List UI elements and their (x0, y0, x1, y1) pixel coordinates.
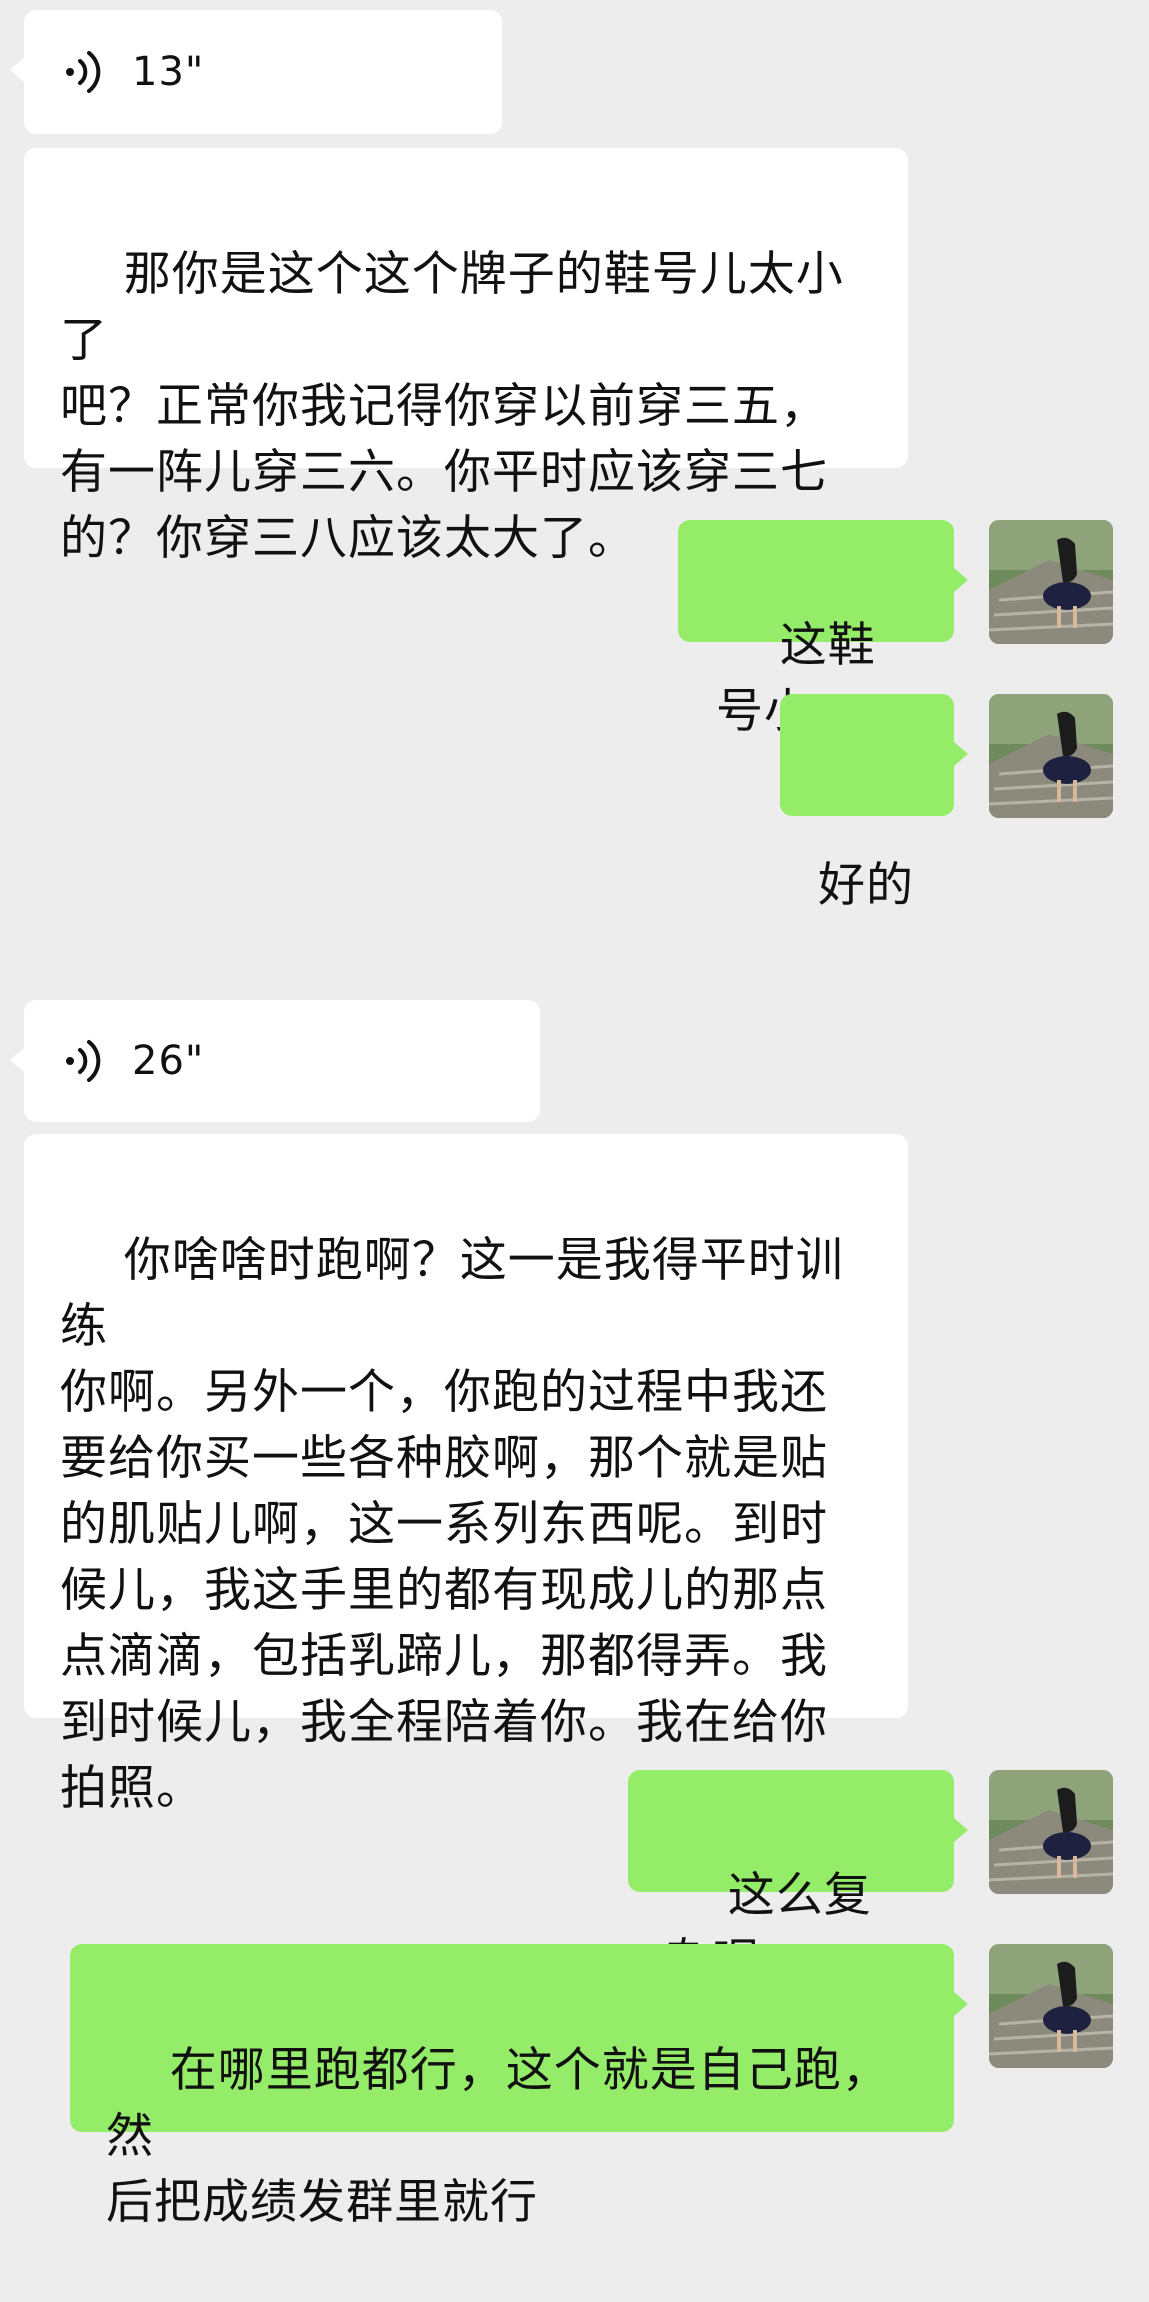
user-avatar[interactable] (989, 1770, 1113, 1894)
text-message-bubble[interactable]: 你啥啥时跑啊？这一是我得平时训练 你啊。另外一个，你跑的过程中我还 要给你买一些… (24, 1134, 908, 1816)
voice-duration: 26" (132, 1038, 205, 1084)
voice-wave-icon (66, 51, 101, 93)
text-message-bubble[interactable]: 好的 (780, 694, 968, 913)
message-text: 在哪里跑都行，这个就是自己跑，然 后把成绩发群里就行 (106, 2043, 890, 2230)
user-avatar[interactable] (989, 694, 1113, 818)
voice-wave-icon (66, 1040, 101, 1082)
user-avatar[interactable] (989, 520, 1113, 644)
user-avatar[interactable] (989, 1944, 1113, 2068)
voice-duration: 13" (132, 49, 205, 95)
message-text: 好的 (818, 858, 914, 913)
text-message-bubble[interactable]: 这鞋号小 (678, 520, 968, 739)
text-message-bubble[interactable]: 这么复杂呢 (628, 1770, 968, 1989)
voice-message-bubble[interactable]: 13" (10, 10, 502, 134)
text-message-bubble[interactable]: 在哪里跑都行，这个就是自己跑，然 后把成绩发群里就行 (70, 1944, 968, 2230)
message-text: 那你是这个这个牌子的鞋号儿太小了 吧？正常你我记得你穿以前穿三五， 有一阵儿穿三… (60, 247, 844, 566)
text-message-bubble[interactable]: 那你是这个这个牌子的鞋号儿太小了 吧？正常你我记得你穿以前穿三五， 有一阵儿穿三… (24, 148, 908, 566)
message-text: 你啥啥时跑啊？这一是我得平时训练 你啊。另外一个，你跑的过程中我还 要给你买一些… (60, 1233, 844, 1816)
voice-message-bubble[interactable]: 26" (10, 1000, 540, 1122)
chat-thread: 13" 那你是这个这个牌子的鞋号儿太小了 吧？正常你我记得你穿以前穿三五， 有一… (0, 0, 1149, 2230)
